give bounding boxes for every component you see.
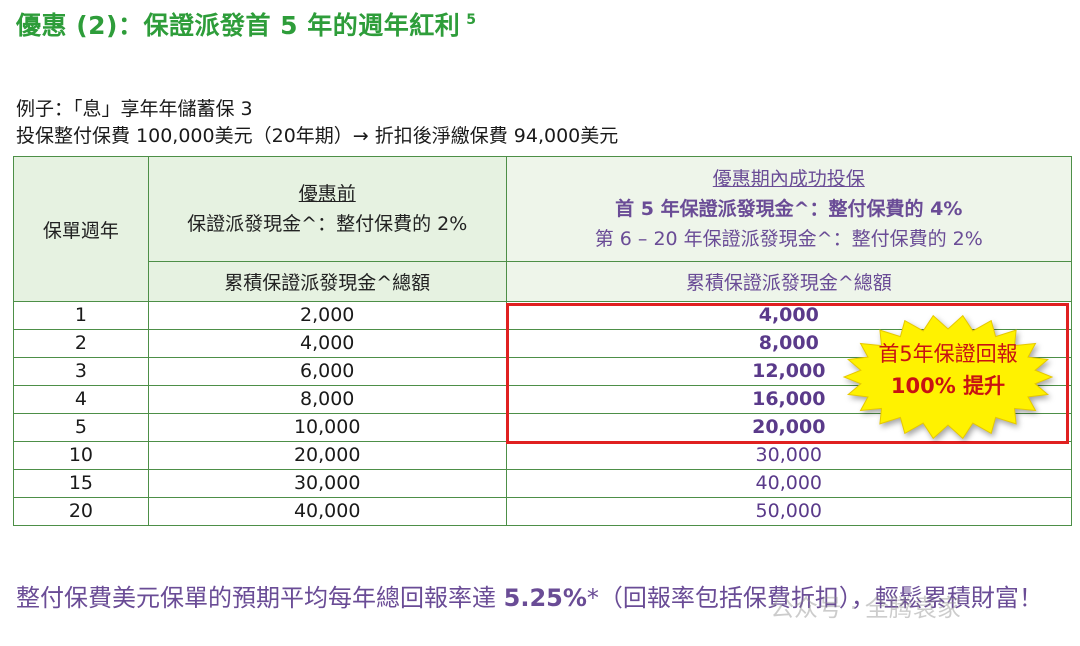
year-cell: 15 (13, 469, 149, 498)
table-header-row: 保單週年 優惠前 保證派發現金^：整付保費的 2% 優惠期內成功投保 首 5 年… (13, 156, 1073, 302)
promo-cell: 50,000 (505, 497, 1073, 526)
title-footnote: 5 (466, 12, 477, 28)
burst-line1: 首5年保證回報 (878, 342, 1018, 366)
before-cell: 6,000 (147, 357, 507, 386)
year-cell: 3 (13, 357, 149, 386)
before-title: 優惠前 (298, 183, 356, 205)
footer-rate: 5.25% (503, 584, 587, 612)
before-cell: 10,000 (147, 413, 507, 442)
promo-cell: 30,000 (505, 441, 1073, 470)
before-subheader: 累積保證派發現金^總額 (147, 261, 507, 302)
table-subheader-row: 累積保證派發現金^總額 累積保證派發現金^總額 (14, 261, 1073, 302)
year-cell: 20 (13, 497, 149, 526)
year-cell: 5 (13, 413, 149, 442)
footer-pre: 整付保費美元保單的預期平均每年總回報率達 (16, 584, 504, 612)
col-header-before: 優惠前 保證派發現金^：整付保費的 2% (147, 156, 507, 262)
table-row: 10 20,000 30,000 (13, 441, 1073, 470)
year-cell: 4 (13, 385, 149, 414)
year-cell: 10 (13, 441, 149, 470)
watermark: 公众号 · 全腾袁家 (770, 594, 961, 622)
example-block: 例子：「息」享年年儲蓄保 3 投保整付保費 100,000美元（20年期）→ 折… (16, 96, 618, 150)
promo-line1: 首 5 年保證派發現金^：整付保費的 4% (615, 198, 963, 220)
before-cell: 4,000 (147, 329, 507, 358)
before-cell: 2,000 (147, 301, 507, 330)
burst-text: 首5年保證回報 100% 提升 (838, 338, 1058, 402)
promo-cell: 40,000 (505, 469, 1073, 498)
page-title: 優惠 (2)：保證派發首 5 年的週年紅利 5 (16, 11, 477, 40)
promo-subheader: 累積保證派發現金^總額 (505, 261, 1073, 302)
before-desc: 保證派發現金^：整付保費的 2% (187, 213, 468, 235)
before-cell: 20,000 (147, 441, 507, 470)
burst-line2: 100% 提升 (890, 374, 1006, 398)
table-row: 15 30,000 40,000 (13, 469, 1073, 498)
col-header-year: 保單週年 (13, 156, 149, 302)
promo-title: 優惠期內成功投保 (712, 168, 865, 190)
example-product-line: 例子：「息」享年年儲蓄保 3 (16, 98, 253, 120)
year-cell: 2 (13, 329, 149, 358)
col-header-promo: 優惠期內成功投保 首 5 年保證派發現金^：整付保費的 4% 第 6 – 20 … (505, 156, 1073, 262)
before-cell: 30,000 (147, 469, 507, 498)
example-premium-line: 投保整付保費 100,000美元（20年期）→ 折扣後淨繳保費 94,000美元 (16, 125, 619, 147)
before-cell: 40,000 (147, 497, 507, 526)
year-cell: 1 (13, 301, 149, 330)
before-cell: 8,000 (147, 385, 507, 414)
table-row: 20 40,000 50,000 (13, 497, 1073, 526)
promo-line2: 第 6 – 20 年保證派發現金^：整付保費的 2% (594, 228, 983, 250)
